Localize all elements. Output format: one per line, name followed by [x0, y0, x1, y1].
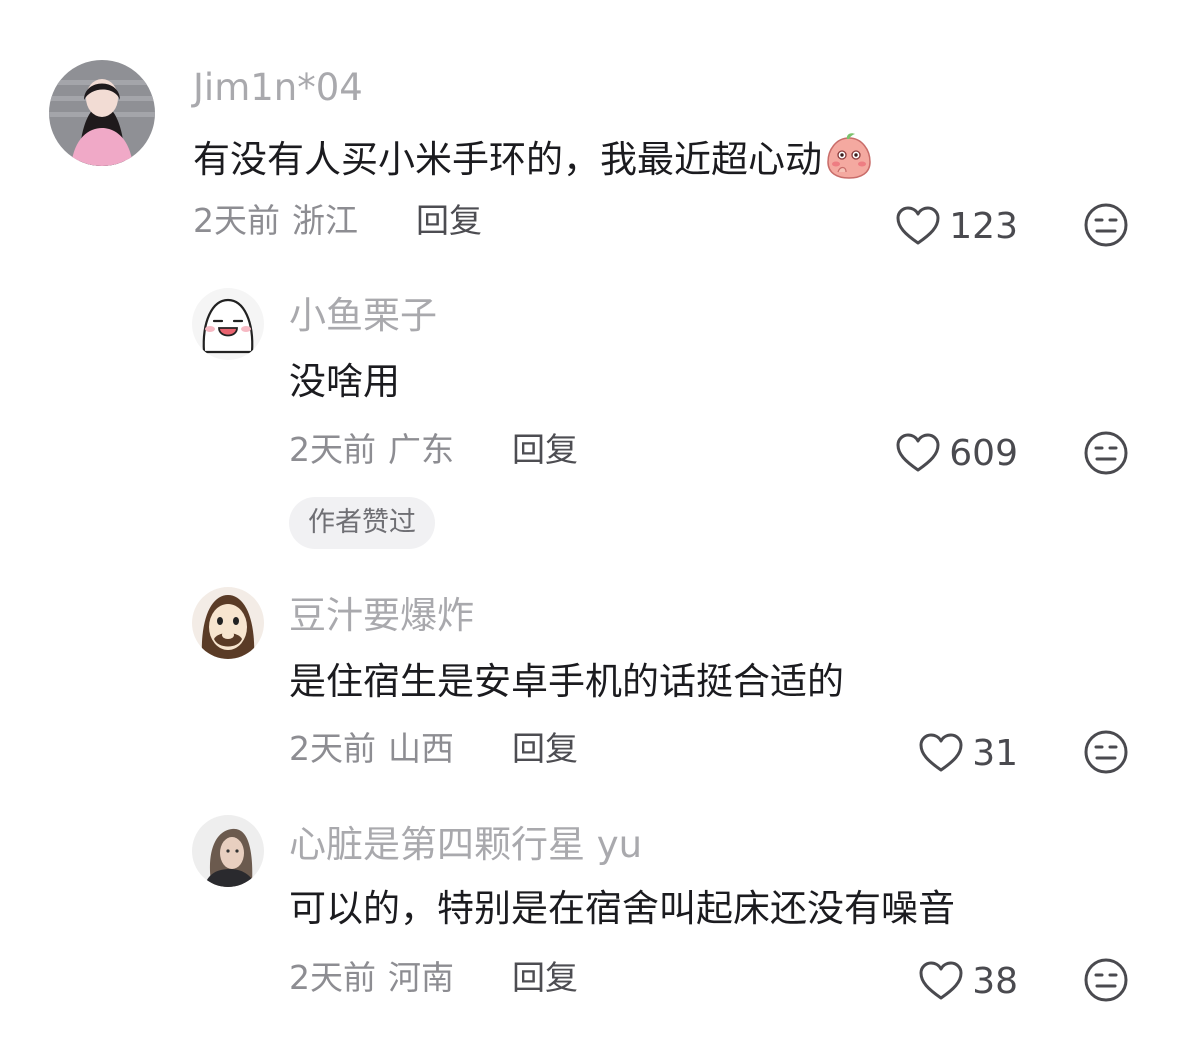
comment-time: 2天前 — [193, 201, 280, 240]
reply-button[interactable]: 回复 — [512, 727, 578, 771]
like-button[interactable]: 609 — [895, 431, 1018, 475]
comment-username[interactable]: Jim1n*04 — [193, 66, 363, 110]
heart-outline-icon — [895, 432, 941, 474]
comment-meta: 2天前 广东 — [289, 428, 454, 472]
neutral-face-icon[interactable] — [1083, 957, 1129, 1003]
comment-meta: 2天前 河南 — [289, 956, 454, 1000]
avatar[interactable] — [192, 815, 264, 887]
comment-content: 有没有人买小米手环的，我最近超心动 — [193, 130, 874, 184]
comment-username[interactable]: 小鱼栗子 — [289, 294, 437, 338]
like-count: 38 — [972, 960, 1018, 1002]
comment-username[interactable]: 心脏是第四颗行星 yu — [289, 823, 642, 867]
neutral-face-icon[interactable] — [1083, 729, 1129, 775]
comment-meta: 2天前 山西 — [289, 727, 454, 771]
heart-outline-icon — [918, 960, 964, 1002]
comment-region: 广东 — [388, 430, 454, 469]
like-button[interactable]: 38 — [918, 959, 1018, 1003]
peach-shy-emoji — [824, 130, 874, 180]
comment-content: 是住宿生是安卓手机的话挺合适的 — [289, 660, 844, 703]
comment-list: Jim1n*04 有没有人买小米手环的，我最近超心动 2天前 浙江 回复 123… — [0, 0, 1179, 1037]
comment-text: 有没有人买小米手环的，我最近超心动 — [193, 138, 822, 181]
comment-time: 2天前 — [289, 729, 376, 768]
comment-region: 浙江 — [292, 201, 358, 240]
avatar[interactable] — [192, 587, 264, 659]
comment-time: 2天前 — [289, 958, 376, 997]
avatar[interactable] — [49, 60, 155, 166]
like-button[interactable]: 31 — [918, 731, 1018, 775]
like-count: 31 — [972, 732, 1018, 774]
comment-time: 2天前 — [289, 430, 376, 469]
heart-outline-icon — [895, 205, 941, 247]
comment-username[interactable]: 豆汁要爆炸 — [289, 594, 474, 638]
avatar[interactable] — [192, 288, 264, 360]
comment-meta: 2天前 浙江 — [193, 199, 358, 243]
comment-content: 没啥用 — [289, 360, 400, 403]
like-button[interactable]: 123 — [895, 204, 1018, 248]
like-count: 609 — [949, 432, 1018, 474]
neutral-face-icon[interactable] — [1083, 202, 1129, 248]
comment-region: 山西 — [388, 729, 454, 768]
reply-button[interactable]: 回复 — [416, 199, 482, 243]
like-count: 123 — [949, 205, 1018, 247]
heart-outline-icon — [918, 732, 964, 774]
comment-region: 河南 — [388, 958, 454, 997]
comment-content: 可以的，特别是在宿舍叫起床还没有噪音 — [289, 887, 955, 930]
reply-button[interactable]: 回复 — [512, 428, 578, 472]
author-liked-badge: 作者赞过 — [289, 497, 435, 549]
neutral-face-icon[interactable] — [1083, 430, 1129, 476]
reply-button[interactable]: 回复 — [512, 956, 578, 1000]
